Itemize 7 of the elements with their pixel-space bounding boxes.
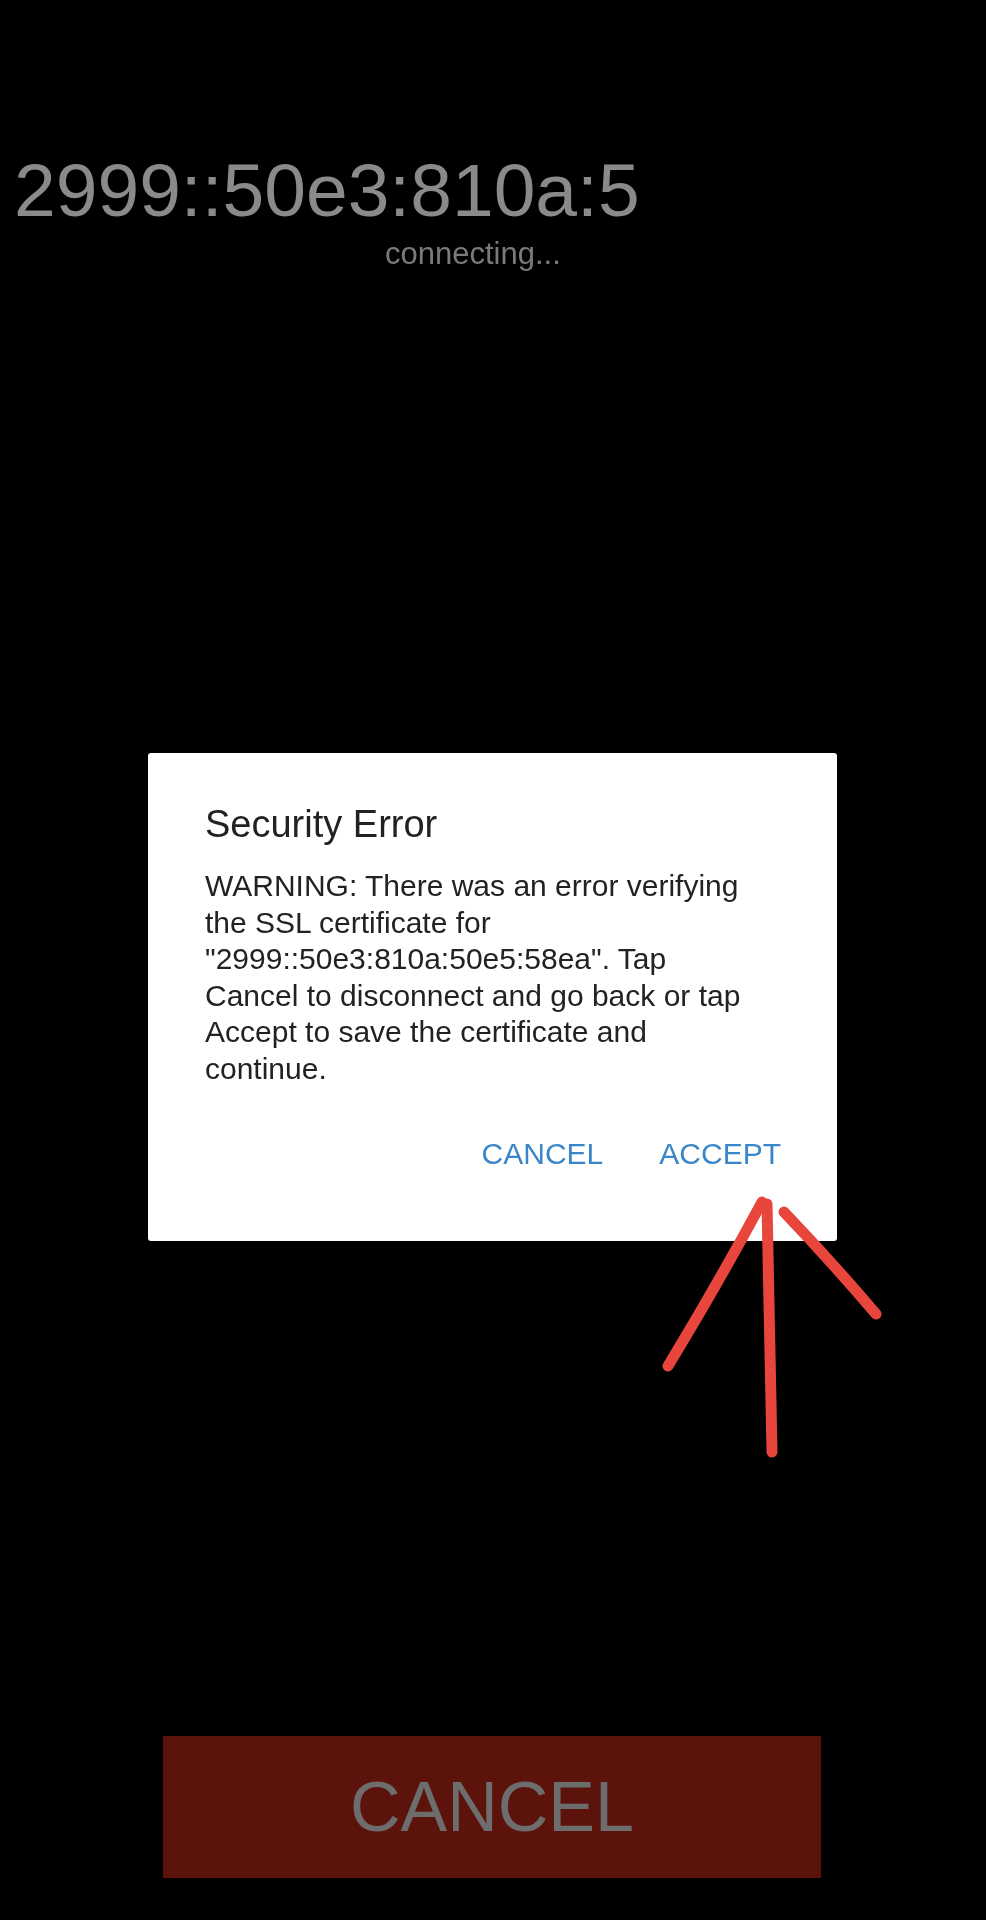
connection-status: connecting... (385, 236, 562, 272)
cancel-button[interactable]: CANCEL (481, 1137, 604, 1171)
host-address: 2999::50e3:810a:5 (14, 150, 641, 230)
dialog-message: WARNING: There was an error verifying the SSL certificate for "2999::50e3:810a:50e5:58ea". Tap Cancel to disconnect and go back or tap Accept to save the certificate and continue. (205, 868, 742, 1087)
accept-button[interactable]: ACCEPT (659, 1137, 781, 1171)
dialog-title: Security Error (205, 803, 439, 846)
cancel-button[interactable]: CANCEL (163, 1736, 821, 1878)
